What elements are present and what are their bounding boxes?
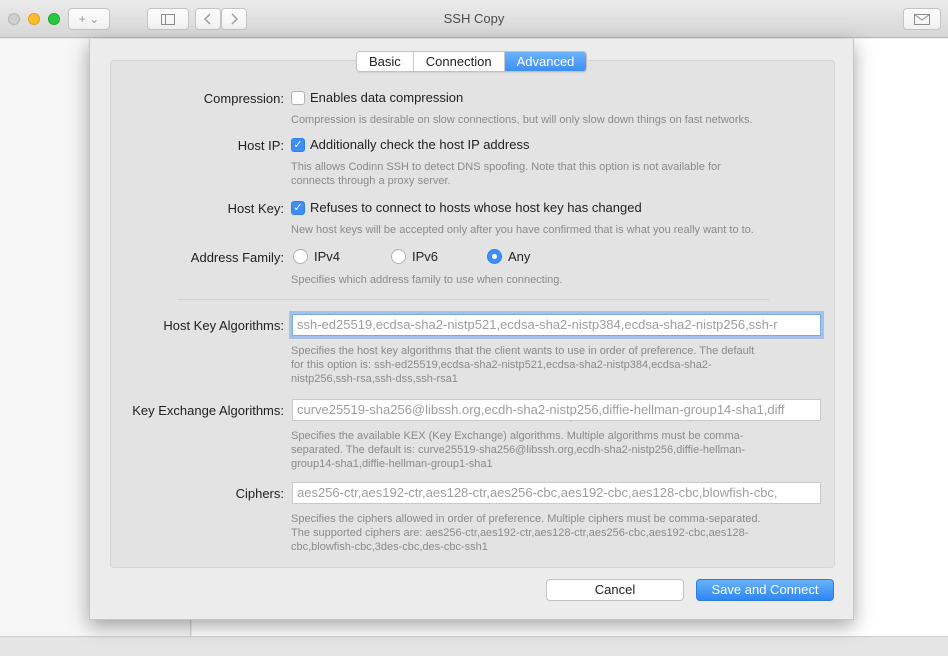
radio-unselected-icon xyxy=(391,249,406,264)
host-key-algorithms-help-line-2: for this option is: ssh-ed25519,ecdsa-sh… xyxy=(291,359,712,371)
checkbox-unchecked-icon xyxy=(291,90,305,105)
radio-any[interactable]: Any xyxy=(487,249,530,264)
tab-connection[interactable]: Connection xyxy=(413,52,505,71)
radio-ipv6[interactable]: IPv6 xyxy=(391,249,438,264)
advanced-panel: Compression: Enables data compression Co… xyxy=(110,60,835,568)
host-key-algorithms-input[interactable]: ssh-ed25519,ecdsa-sha2-nistp521,ecdsa-sh… xyxy=(292,314,821,336)
status-bar xyxy=(0,636,948,656)
host-ip-checkbox[interactable]: ✓ Additionally check the host IP address xyxy=(291,137,529,152)
ciphers-input[interactable]: aes256-ctr,aes192-ctr,aes128-ctr,aes256-… xyxy=(292,482,821,504)
kex-algorithms-help-line-2: separated. The default is: curve25519-sh… xyxy=(291,444,746,456)
kex-algorithms-help-line-1: Specifies the available KEX (Key Exchang… xyxy=(291,430,744,442)
radio-ipv6-label: IPv6 xyxy=(412,249,439,264)
host-key-option-label: Refuses to connect to hosts whose host k… xyxy=(310,200,642,215)
host-key-algorithms-help-line-3: nistp256,ssh-rsa,ssh-dss,ssh-rsa1 xyxy=(291,373,458,385)
kex-algorithms-help-line-3: group14-sha1,diffie-hellman-group1-sha1 xyxy=(291,458,493,470)
host-key-checkbox[interactable]: ✓ Refuses to connect to hosts whose host… xyxy=(291,200,642,215)
host-ip-help-line-1: This allows Codinn SSH to detect DNS spo… xyxy=(291,161,721,173)
compression-option-label: Enables data compression xyxy=(310,90,464,105)
host-key-help: New host keys will be accepted only afte… xyxy=(291,224,754,236)
envelope-icon xyxy=(914,14,930,25)
host-key-label: Host Key: xyxy=(227,201,284,216)
radio-ipv4[interactable]: IPv4 xyxy=(293,249,340,264)
kex-algorithms-input[interactable]: curve25519-sha256@libssh.org,ecdh-sha2-n… xyxy=(292,399,821,421)
section-divider xyxy=(177,299,769,300)
radio-selected-icon xyxy=(487,249,502,264)
host-key-algorithms-help-line-1: Specifies the host key algorithms that t… xyxy=(291,345,755,357)
compression-help: Compression is desirable on slow connect… xyxy=(291,114,753,126)
host-ip-label: Host IP: xyxy=(237,138,284,153)
ciphers-help-line-3: cbc,blowfish-cbc,3des-cbc,des-cbc-ssh1 xyxy=(291,541,488,553)
ciphers-label: Ciphers: xyxy=(235,486,284,501)
kex-algorithms-label: Key Exchange Algorithms: xyxy=(132,403,284,418)
tab-basic[interactable]: Basic xyxy=(357,52,414,71)
tab-advanced[interactable]: Advanced xyxy=(504,52,587,71)
settings-sheet: Compression: Enables data compression Co… xyxy=(89,39,854,620)
compression-checkbox[interactable]: Enables data compression xyxy=(291,90,463,105)
ciphers-help-line-2: The supported ciphers are: aes256-ctr,ae… xyxy=(291,527,749,539)
settings-tabs: Basic Connection Advanced xyxy=(356,51,588,72)
checkmark-icon: ✓ xyxy=(291,137,305,152)
radio-ipv4-label: IPv4 xyxy=(314,249,341,264)
radio-any-label: Any xyxy=(508,249,531,264)
cancel-button[interactable]: Cancel xyxy=(546,579,684,601)
host-ip-help-line-2: connects through a proxy server. xyxy=(291,175,451,187)
share-button[interactable] xyxy=(903,8,941,30)
checkmark-icon: ✓ xyxy=(291,200,305,215)
compression-label: Compression: xyxy=(203,91,284,106)
address-family-help: Specifies which address family to use wh… xyxy=(291,274,563,286)
host-key-algorithms-label: Host Key Algorithms: xyxy=(163,318,284,333)
ciphers-help-line-1: Specifies the ciphers allowed in order o… xyxy=(291,513,761,525)
title-bar: + ⌄ SSH Copy xyxy=(0,0,948,38)
save-and-connect-button[interactable]: Save and Connect xyxy=(696,579,834,601)
host-ip-option-label: Additionally check the host IP address xyxy=(310,137,530,152)
window-title: SSH Copy xyxy=(443,11,505,26)
address-family-label: Address Family: xyxy=(190,250,284,265)
radio-unselected-icon xyxy=(293,249,308,264)
